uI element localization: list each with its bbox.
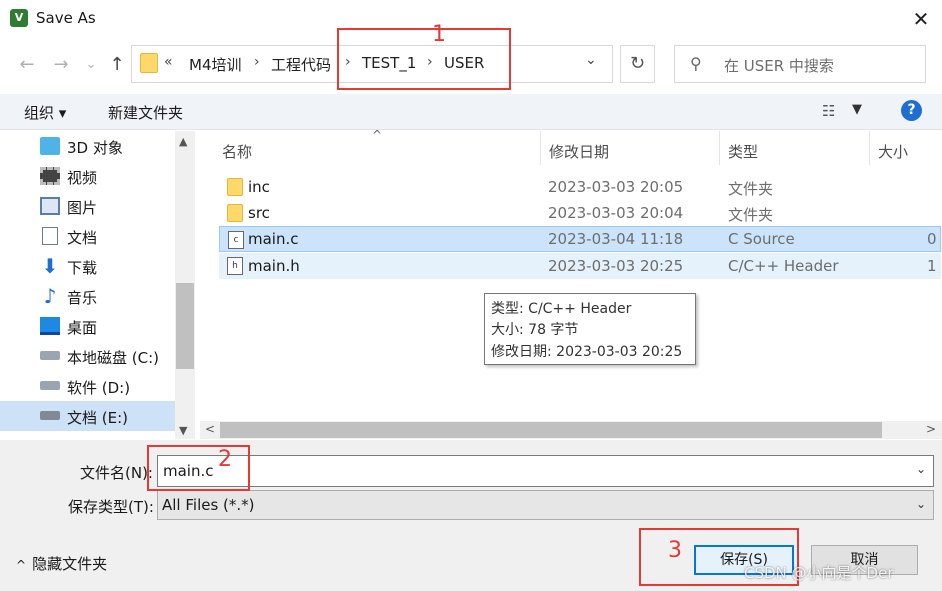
sidebar-item-downloads[interactable]: ⬇ 下载 — [0, 251, 175, 281]
breadcrumb-overflow-icon[interactable]: « — [164, 54, 173, 70]
tooltip-line: 大小: 78 字节 — [491, 322, 579, 338]
watermark: CSDN @小向是个Der — [744, 564, 894, 582]
column-divider[interactable] — [719, 131, 720, 165]
h-file-icon: h — [227, 257, 243, 275]
filename-label: 文件名(N): — [80, 464, 153, 482]
column-divider[interactable] — [869, 131, 870, 165]
sidebar-item-drive-d[interactable]: 软件 (D:) — [0, 371, 175, 401]
new-folder-button[interactable]: 新建文件夹 — [108, 102, 183, 123]
horizontal-scroll-thumb[interactable] — [220, 422, 882, 438]
column-header-type[interactable]: 类型 — [728, 141, 758, 162]
forward-arrow-icon[interactable]: → — [48, 52, 74, 78]
search-placeholder: 在 USER 中搜索 — [724, 57, 834, 75]
filetype-value[interactable]: All Files (*.*) — [162, 496, 255, 514]
tooltip-line: 类型: C/C++ Header — [491, 301, 632, 317]
back-arrow-icon[interactable]: ← — [14, 52, 40, 78]
chevron-up-icon: ^ — [16, 558, 27, 572]
filetype-label: 保存类型(T): — [68, 498, 154, 516]
column-header-date[interactable]: 修改日期 — [549, 141, 609, 162]
scroll-up-icon[interactable]: ▲ — [179, 135, 187, 148]
chevron-down-icon[interactable]: ▼ — [852, 102, 862, 117]
annotation-box — [337, 28, 511, 90]
filename-field[interactable] — [157, 455, 934, 487]
drive-icon — [40, 411, 60, 420]
tooltip-line: 修改日期: 2023-03-03 20:25 — [491, 344, 683, 360]
annotation-number: 3 — [668, 538, 682, 563]
desktop-icon — [40, 317, 60, 335]
close-icon[interactable]: ✕ — [906, 4, 936, 34]
sidebar-item-3d-objects[interactable]: 3D 对象 — [0, 131, 175, 161]
drive-icon — [40, 351, 60, 360]
folder-icon — [227, 204, 243, 222]
chevron-down-icon[interactable]: ⌄ — [916, 497, 926, 511]
sidebar-item-desktop[interactable]: 桌面 — [0, 311, 175, 341]
sidebar-item-pictures[interactable]: 图片 — [0, 191, 175, 221]
column-header-size[interactable]: 大小 — [878, 141, 908, 162]
sidebar-item-drive-c[interactable]: 本地磁盘 (C:) — [0, 341, 175, 371]
column-header-name[interactable]: 名称 — [222, 141, 252, 162]
column-divider[interactable] — [540, 131, 541, 165]
c-file-icon: c — [228, 231, 244, 249]
cube-icon — [40, 137, 60, 155]
up-arrow-icon[interactable]: ↑ — [104, 52, 130, 78]
chevron-down-icon[interactable]: ⌄ — [585, 52, 597, 68]
view-options-icon[interactable]: ☷ — [822, 102, 835, 120]
chevron-down-icon[interactable]: ⌄ — [916, 462, 926, 476]
chevron-right-icon: › — [254, 54, 260, 70]
search-icon: ⚲ — [690, 54, 702, 73]
scroll-down-icon[interactable]: ▼ — [179, 424, 187, 437]
folder-icon — [140, 53, 158, 73]
download-arrow-icon: ⬇ — [41, 254, 59, 278]
document-icon — [42, 227, 58, 245]
sidebar-item-videos[interactable]: 视频 — [0, 161, 175, 191]
scroll-right-icon[interactable]: > — [926, 422, 936, 436]
organize-menu[interactable]: 组织 ▾ — [24, 102, 66, 123]
hide-folders-toggle[interactable]: ^ 隐藏文件夹 — [16, 553, 107, 574]
file-row[interactable]: inc 2023-03-03 20:05 文件夹 — [219, 174, 941, 200]
keil-icon: V — [10, 9, 28, 27]
annotation-number: 2 — [218, 447, 232, 472]
recent-locations-chevron-icon[interactable]: ⌄ — [78, 52, 104, 78]
breadcrumb-item[interactable]: 工程代码 — [271, 54, 331, 75]
file-row[interactable]: src 2023-03-03 20:04 文件夹 — [219, 200, 941, 226]
sort-ascending-icon: ^ — [372, 128, 383, 142]
sidebar-item-drive-e[interactable]: 文档 (E:) — [0, 401, 175, 431]
drive-icon — [40, 381, 60, 390]
file-row[interactable]: h main.h 2023-03-03 20:25 C/C++ Header 1 — [219, 253, 941, 279]
film-icon — [40, 167, 60, 185]
sidebar-item-documents[interactable]: 文档 — [0, 221, 175, 251]
scroll-left-icon[interactable]: < — [205, 422, 215, 436]
refresh-icon[interactable]: ↻ — [620, 45, 655, 83]
sidebar-scroll-thumb[interactable] — [176, 283, 194, 369]
window-title: Save As — [36, 9, 96, 27]
folder-icon — [227, 178, 243, 196]
sidebar-item-music[interactable]: ♪ 音乐 — [0, 281, 175, 311]
help-icon[interactable]: ? — [901, 100, 922, 121]
annotation-box — [147, 445, 250, 491]
picture-icon — [40, 197, 60, 215]
breadcrumb-item[interactable]: M4培训 — [189, 54, 242, 75]
music-note-icon: ♪ — [43, 284, 57, 308]
annotation-number: 1 — [432, 22, 446, 47]
filetype-select[interactable] — [157, 490, 934, 520]
file-row-selected[interactable]: c main.c 2023-03-04 11:18 C Source 0 — [219, 226, 941, 252]
